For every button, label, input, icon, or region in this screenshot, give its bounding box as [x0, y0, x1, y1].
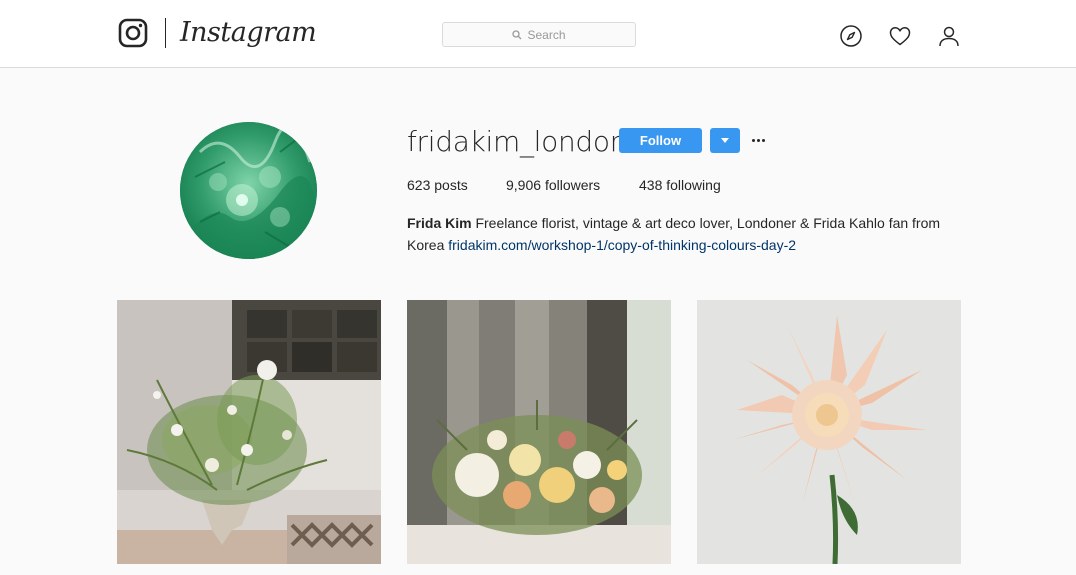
following-label: following	[666, 177, 721, 193]
person-icon[interactable]	[937, 24, 961, 48]
post-image-dahlia	[697, 300, 961, 564]
profile-username: fridakim_london	[407, 125, 628, 158]
more-dot-icon	[751, 139, 755, 142]
followers-label: followers	[544, 177, 601, 193]
follow-button[interactable]: Follow	[619, 128, 702, 153]
posts-label: posts	[434, 177, 468, 193]
posts-count: 623	[407, 177, 431, 193]
logo-divider	[165, 18, 166, 48]
heart-icon[interactable]	[888, 24, 912, 48]
profile-bio: Frida Kim Freelance florist, vintage & a…	[407, 212, 967, 256]
post-thumbnail[interactable]	[697, 300, 961, 564]
bio-website-link[interactable]: fridakim.com/workshop-1/copy-of-thinking…	[448, 237, 796, 253]
profile-avatar	[180, 122, 317, 259]
compass-icon[interactable]	[839, 24, 863, 48]
bio-full-name: Frida Kim	[407, 215, 472, 231]
search-input[interactable]: Search	[442, 22, 636, 47]
avatar-image	[180, 122, 317, 259]
post-thumbnail[interactable]	[117, 300, 381, 564]
instagram-wordmark[interactable]: Instagram	[180, 14, 317, 52]
more-dot-icon	[756, 139, 760, 142]
followers-count: 9,906	[506, 177, 542, 193]
more-options-button[interactable]	[749, 128, 767, 153]
following-count: 438	[639, 177, 663, 193]
instagram-logo-icon[interactable]	[118, 18, 148, 48]
caret-down-icon	[721, 138, 729, 143]
post-thumbnail[interactable]	[407, 300, 671, 564]
posts-stat: 623 posts	[407, 176, 468, 194]
post-image-wildflowers-vase	[117, 300, 381, 564]
following-stat[interactable]: 438 following	[639, 176, 721, 194]
search-placeholder: Search	[527, 27, 566, 42]
top-nav-bar: Instagram Search	[0, 0, 1076, 68]
more-dot-icon	[761, 139, 765, 142]
post-image-bouquet-wood	[407, 300, 671, 564]
suggestions-dropdown-button[interactable]	[710, 128, 740, 153]
followers-stat[interactable]: 9,906 followers	[506, 176, 600, 194]
search-icon	[512, 29, 522, 39]
